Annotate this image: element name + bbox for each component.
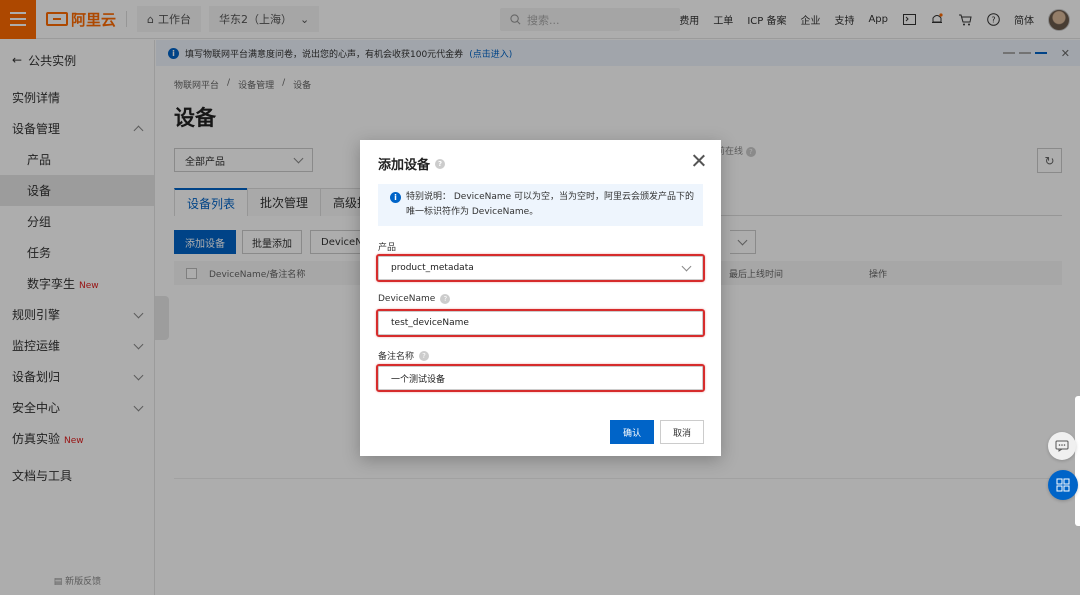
info-icon: i: [390, 192, 401, 203]
product-select[interactable]: product_metadata: [378, 256, 703, 280]
remark-label: 备注名称?: [378, 349, 430, 362]
close-icon[interactable]: [693, 154, 705, 166]
side-panel-edge: [1075, 396, 1080, 526]
devicename-field[interactable]: [378, 311, 703, 335]
cancel-button[interactable]: 取消: [660, 420, 704, 444]
dialog-title: 添加设备 ?: [378, 154, 446, 173]
confirm-button[interactable]: 确认: [610, 420, 654, 444]
remark-input[interactable]: [391, 373, 690, 383]
devicename-input[interactable]: [391, 318, 690, 328]
chat-button[interactable]: [1048, 432, 1076, 460]
chat-icon: [1055, 440, 1069, 452]
notice-line: 特别说明： DeviceName 可以为空，当为空时，阿里云会颁发产品下的: [406, 192, 695, 202]
help-icon[interactable]: ?: [419, 350, 430, 361]
product-select-value: product_metadata: [391, 263, 474, 273]
chevron-down-icon: [681, 261, 692, 272]
help-icon[interactable]: ?: [435, 158, 446, 169]
dialog-notice: i 特别说明： DeviceName 可以为空，当为空时，阿里云会颁发产品下的 …: [378, 184, 703, 226]
apps-button[interactable]: [1048, 470, 1078, 500]
notice-line: 唯一标识符作为 DeviceName。: [406, 207, 539, 217]
grid-icon: [1056, 478, 1070, 492]
add-device-dialog: 添加设备 ? i 特别说明： DeviceName 可以为空，当为空时，阿里云会…: [360, 140, 721, 456]
product-label: 产品: [378, 243, 397, 253]
devicename-label: DeviceName?: [378, 294, 451, 304]
remark-field[interactable]: [378, 366, 703, 390]
help-icon[interactable]: ?: [440, 294, 451, 304]
